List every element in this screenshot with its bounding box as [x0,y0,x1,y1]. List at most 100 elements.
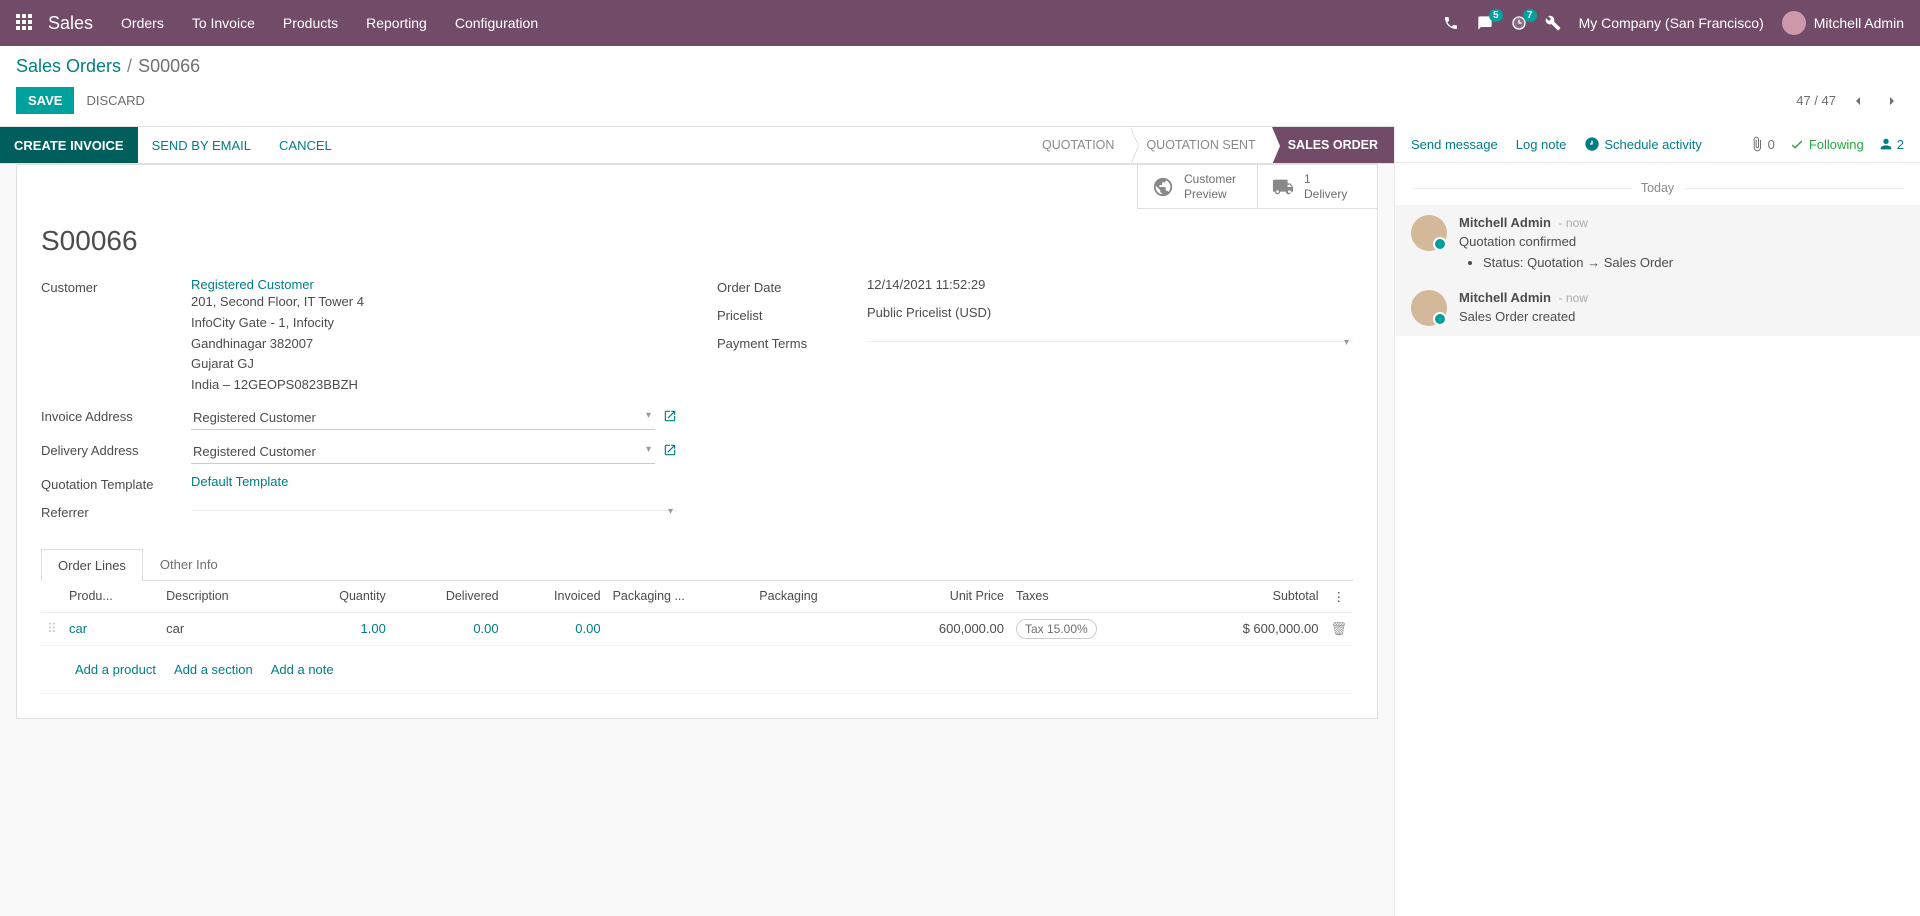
order-lines-table: Produ... Description Quantity Delivered … [41,581,1353,694]
debug-icon[interactable] [1545,15,1561,31]
col-packaging[interactable]: Packaging [753,581,876,613]
stage-quotation-sent[interactable]: QUOTATION SENT [1130,127,1271,163]
messaging-badge: 5 [1489,9,1503,22]
avatar-icon [1411,290,1447,326]
delivery-address-field[interactable]: Registered Customer [191,440,655,464]
customer-preview-button[interactable]: CustomerPreview [1137,165,1257,209]
stat-button-box: CustomerPreview 1Delivery [17,165,1377,209]
referrer-field[interactable] [191,502,677,511]
message-author: Mitchell Admin [1459,215,1551,230]
line-packaging[interactable] [753,612,876,645]
col-invoiced[interactable]: Invoiced [505,581,607,613]
save-button[interactable]: SAVE [16,87,74,114]
breadcrumb: Sales Orders / S00066 [16,56,1904,77]
line-taxes[interactable]: Tax 15.00% [1010,612,1171,645]
line-product[interactable]: car [63,612,160,645]
message-content: Sales Order created [1459,309,1904,324]
customer-address: 201, Second Floor, IT Tower 4 InfoCity G… [191,292,677,396]
line-packaging-qty[interactable] [607,612,754,645]
log-note-button[interactable]: Log note [1516,137,1567,152]
stage-sales-order[interactable]: SALES ORDER [1272,127,1394,163]
line-quantity[interactable]: 1.00 [290,612,392,645]
message-item[interactable]: Mitchell Admin - now Quotation confirmed… [1395,205,1920,280]
control-panel: Sales Orders / S00066 SAVE DISCARD 47 / … [0,46,1920,126]
message-time: - now [1559,291,1588,305]
menu-reporting[interactable]: Reporting [366,15,427,31]
apps-icon[interactable] [16,14,34,32]
pager-prev[interactable] [1846,88,1870,113]
label-referrer: Referrer [41,502,191,520]
add-section-link[interactable]: Add a section [174,662,253,677]
send-by-email-button[interactable]: SEND BY EMAIL [138,127,265,163]
col-taxes[interactable]: Taxes [1010,581,1171,613]
breadcrumb-root[interactable]: Sales Orders [16,56,121,77]
col-unit-price[interactable]: Unit Price [876,581,1010,613]
user-menu[interactable]: Mitchell Admin [1782,11,1904,35]
following-button[interactable]: Following [1789,136,1864,152]
menu-configuration[interactable]: Configuration [455,15,538,31]
pager-text: 47 / 47 [1796,93,1836,108]
col-delivered[interactable]: Delivered [392,581,505,613]
quotation-template-link[interactable]: Default Template [191,474,288,489]
followers-button[interactable]: 2 [1878,136,1904,152]
col-options[interactable]: ⋮ [1324,581,1353,613]
external-link-icon[interactable] [663,443,677,460]
table-row[interactable]: ⠿ car car 1.00 0.00 0.00 600,000.00 Tax … [41,612,1353,645]
line-unit-price[interactable]: 600,000.00 [876,612,1010,645]
col-quantity[interactable]: Quantity [290,581,392,613]
menu-to-invoice[interactable]: To Invoice [192,15,255,31]
breadcrumb-sep: / [127,56,132,77]
add-note-link[interactable]: Add a note [271,662,334,677]
label-invoice-address: Invoice Address [41,406,191,424]
tab-order-lines[interactable]: Order Lines [41,549,143,581]
message-content: Quotation confirmed [1459,234,1904,249]
app-brand[interactable]: Sales [48,13,93,34]
top-nav: Sales Orders To Invoice Products Reporti… [0,0,1920,46]
delivery-label: Delivery [1304,187,1347,201]
phone-icon[interactable] [1443,15,1459,31]
invoice-address-field[interactable]: Registered Customer [191,406,655,430]
message-item[interactable]: Mitchell Admin - now Sales Order created [1395,280,1920,336]
user-name: Mitchell Admin [1814,15,1904,31]
line-subtotal: $ 600,000.00 [1171,612,1324,645]
drag-handle-icon[interactable]: ⠿ [41,612,63,645]
arrow-right-icon: → [1587,255,1600,270]
attachments-button[interactable]: 0 [1749,136,1775,152]
col-product[interactable]: Produ... [63,581,160,613]
stage-quotation[interactable]: QUOTATION [1026,127,1130,163]
line-delivered[interactable]: 0.00 [392,612,505,645]
label-quotation-template: Quotation Template [41,474,191,492]
payment-terms-field[interactable] [867,333,1353,342]
day-separator: Today [1395,181,1920,195]
tab-other-info[interactable]: Other Info [143,548,235,580]
delete-line-icon[interactable]: 🗑 [1324,612,1353,645]
breadcrumb-current: S00066 [138,56,200,77]
company-switcher[interactable]: My Company (San Francisco) [1579,15,1764,31]
external-link-icon[interactable] [663,409,677,426]
discard-button[interactable]: DISCARD [74,87,157,114]
cancel-button[interactable]: CANCEL [265,127,346,163]
line-description[interactable]: car [160,612,290,645]
add-product-link[interactable]: Add a product [75,662,156,677]
main-menu: Orders To Invoice Products Reporting Con… [121,15,538,31]
menu-orders[interactable]: Orders [121,15,164,31]
messaging-icon[interactable]: 5 [1477,15,1493,31]
col-subtotal[interactable]: Subtotal [1171,581,1324,613]
menu-products[interactable]: Products [283,15,338,31]
schedule-activity-button[interactable]: Schedule activity [1584,136,1702,152]
line-invoiced[interactable]: 0.00 [505,612,607,645]
message-author: Mitchell Admin [1459,290,1551,305]
preview-l2: Preview [1184,187,1236,201]
activities-icon[interactable]: 7 [1511,15,1527,31]
delivery-count: 1 [1304,172,1347,186]
create-invoice-button[interactable]: CREATE INVOICE [0,127,138,163]
label-delivery-address: Delivery Address [41,440,191,458]
send-message-button[interactable]: Send message [1411,137,1498,152]
delivery-button[interactable]: 1Delivery [1257,165,1377,209]
col-description[interactable]: Description [160,581,290,613]
label-payment-terms: Payment Terms [717,333,867,351]
message-time: - now [1559,216,1588,230]
pager-next[interactable] [1880,88,1904,113]
col-packaging-qty[interactable]: Packaging ... [607,581,754,613]
customer-link[interactable]: Registered Customer [191,277,314,292]
